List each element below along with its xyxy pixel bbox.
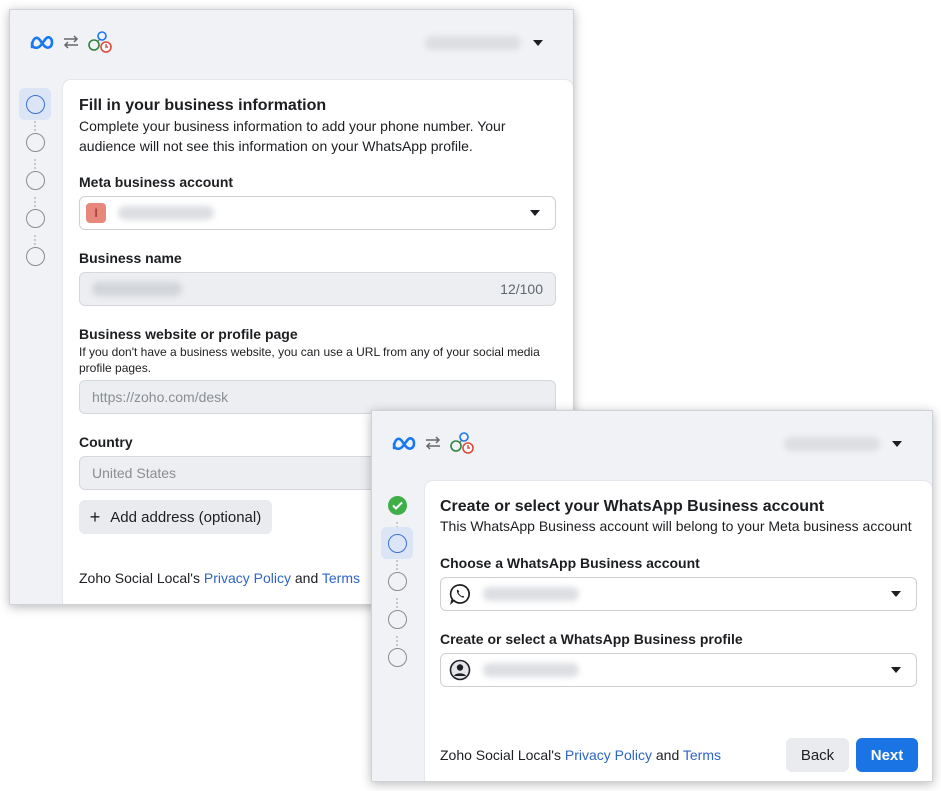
account-name-redacted: [784, 437, 880, 451]
whatsapp-account-select[interactable]: [440, 577, 917, 611]
footer-prefix: Zoho Social Local's: [79, 570, 200, 586]
meta-logo-icon: [392, 437, 416, 451]
business-apps-icon: [450, 432, 474, 454]
chevron-down-icon: [892, 441, 902, 447]
page-title: Create or select your WhatsApp Business …: [440, 498, 825, 515]
chevron-down-icon: [891, 591, 901, 597]
character-counter: 12/100: [500, 281, 543, 297]
country-value: United States: [92, 465, 177, 481]
page-subtitle: This WhatsApp Business account will belo…: [440, 518, 912, 534]
check-icon: [387, 495, 407, 515]
page-subtitle: Complete your business information to ad…: [79, 118, 506, 154]
chevron-down-icon: [891, 667, 901, 673]
website-label: Business website or profile page: [79, 326, 298, 342]
chevron-down-icon: [530, 210, 540, 216]
whatsapp-profile-select[interactable]: [440, 653, 917, 687]
top-bar: [372, 411, 932, 479]
meta-logo-icon: [30, 36, 54, 50]
form-panel: Create or select your WhatsApp Business …: [425, 481, 932, 781]
privacy-policy-link[interactable]: Privacy Policy: [565, 747, 652, 763]
plus-icon: +: [89, 507, 101, 527]
step-5-indicator: [381, 641, 413, 673]
step-4-indicator: [381, 603, 413, 635]
swap-arrows-icon: [425, 436, 441, 450]
step-3-indicator: [381, 565, 413, 597]
meta-account-select[interactable]: I: [79, 196, 556, 230]
business-name-field[interactable]: 12/100: [79, 272, 556, 306]
meta-account-label: Meta business account: [79, 174, 234, 190]
add-address-label: Add address (optional): [110, 508, 262, 526]
step-rail: [372, 481, 422, 781]
step-5-indicator: [19, 240, 51, 272]
business-name-redacted: [92, 282, 182, 296]
account-name-redacted: [425, 36, 521, 50]
footer-and: and: [294, 570, 319, 586]
footer-and: and: [655, 747, 680, 763]
step-2-indicator: [19, 126, 51, 158]
website-placeholder: https://zoho.com/desk: [92, 389, 229, 405]
terms-link[interactable]: Terms: [322, 570, 360, 586]
footer-legal: Zoho Social Local's Privacy Policy and T…: [79, 570, 360, 586]
step-3-indicator: [19, 164, 51, 196]
chevron-down-icon: [533, 40, 543, 46]
whatsapp-profile-label: Create or select a WhatsApp Business pro…: [440, 631, 743, 647]
whatsapp-account-window: Create or select your WhatsApp Business …: [371, 410, 933, 782]
business-apps-icon: [88, 31, 112, 53]
account-avatar: I: [86, 203, 106, 223]
logo-group: [391, 431, 475, 455]
step-2-indicator: [381, 527, 413, 559]
whatsapp-account-redacted: [483, 587, 579, 601]
next-button[interactable]: Next: [856, 738, 918, 772]
account-switcher[interactable]: [784, 435, 902, 453]
step-1-indicator: [381, 489, 413, 521]
logo-group: [29, 30, 113, 54]
whatsapp-profile-redacted: [483, 663, 579, 677]
footer-legal: Zoho Social Local's Privacy Policy and T…: [440, 747, 721, 763]
top-bar: [10, 10, 573, 78]
whatsapp-icon: [449, 584, 470, 605]
step-4-indicator: [19, 202, 51, 234]
account-switcher[interactable]: [425, 34, 543, 52]
add-address-button[interactable]: + Add address (optional): [79, 500, 272, 534]
swap-arrows-icon: [63, 35, 79, 49]
step-1-indicator: [19, 88, 51, 120]
account-value-redacted: [118, 206, 214, 220]
website-help-text: If you don't have a business website, yo…: [79, 345, 540, 375]
whatsapp-account-label: Choose a WhatsApp Business account: [440, 555, 700, 571]
privacy-policy-link[interactable]: Privacy Policy: [204, 570, 291, 586]
page-title: Fill in your business information: [79, 97, 327, 114]
back-button[interactable]: Back: [786, 738, 849, 772]
website-field[interactable]: https://zoho.com/desk: [79, 380, 556, 414]
business-name-label: Business name: [79, 250, 182, 266]
terms-link[interactable]: Terms: [683, 747, 721, 763]
step-rail: [10, 80, 60, 604]
country-label: Country: [79, 434, 133, 450]
profile-icon: [449, 659, 471, 681]
footer-prefix: Zoho Social Local's: [440, 747, 561, 763]
